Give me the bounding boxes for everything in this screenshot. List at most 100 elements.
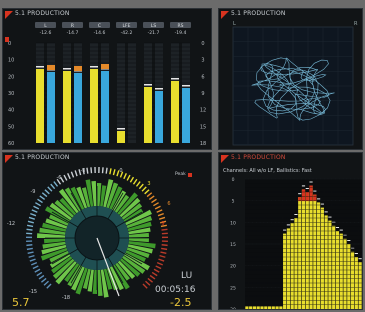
dial-scale-tick (101, 167, 104, 174)
left-scale-label: 50 (8, 124, 14, 130)
dial-scale-tick (109, 168, 112, 175)
dial-scale-tick (28, 254, 35, 258)
channel-peak-value: -21.7 (148, 30, 160, 36)
dial-scale-tick (155, 265, 162, 270)
right-scale-label: 15 (200, 124, 206, 130)
dial-scale-tick (153, 268, 160, 273)
spectrum-bar (339, 233, 343, 309)
dial-scale-tick (160, 251, 167, 255)
left-scale-label: 60 (8, 141, 14, 147)
spectrum-peak-marker (335, 227, 340, 228)
dial-scale-label: 0 (119, 168, 122, 174)
dial-scale-tick (126, 174, 131, 181)
dial-scale-tick (123, 173, 127, 180)
dial-scale-tick (27, 224, 34, 228)
spectrum-bar (286, 228, 290, 309)
dial-scale-tick (39, 195, 46, 201)
spectrum-bar (267, 306, 272, 309)
spectrum-scale-label: 20 (230, 264, 236, 270)
scope-panel: 5.1 PRODUCTION L R (218, 8, 363, 150)
dial-scale-tick (26, 228, 33, 231)
dial-scale-tick (26, 247, 33, 251)
dial-scale-tick (43, 280, 49, 286)
channel-name: LS (151, 23, 157, 29)
dial-scale-label: 3 (147, 181, 150, 187)
spectrum-bar (279, 306, 283, 309)
channel-name: RS (178, 23, 184, 29)
spectrum-peak-marker (305, 188, 309, 189)
meter-bar-a (63, 71, 71, 143)
peak-hold-marker (63, 68, 71, 70)
peak-hold-marker (155, 88, 163, 90)
peak-hold-marker (182, 85, 190, 87)
spectrum-panel: 5.1 PRODUCTION Channels: All w/o LF, Bal… (218, 152, 363, 310)
dial-scale-tick (35, 202, 41, 207)
dial-scale-tick (142, 283, 148, 289)
dial-scale-tick (53, 181, 59, 187)
dial-scale-tick (161, 244, 168, 247)
spectrum-bar (347, 244, 351, 309)
right-scale-label: 9 (201, 91, 204, 97)
elapsed-time: 00:05:16 (155, 285, 196, 295)
dial-scale-tick (132, 178, 138, 185)
spectrum-peak-marker (298, 193, 302, 195)
meter-bar-b (182, 88, 190, 143)
dial-scale-tick (86, 167, 89, 174)
spectrum-bar (317, 202, 321, 309)
dial-scale-tick (27, 220, 34, 224)
dial-scale-tick (31, 209, 38, 213)
spectrum-scale-label: 10 (230, 220, 236, 226)
dial-scale-tick (40, 277, 47, 283)
dial-scale-tick (158, 258, 165, 262)
spectrum-bar (301, 189, 306, 309)
spectrum-peak-marker (313, 190, 317, 192)
channel-peak-value: -14.7 (67, 30, 79, 36)
dial-scale-tick (36, 271, 43, 277)
spectrum-bar (309, 185, 313, 309)
dial-scale-tick (138, 183, 144, 190)
spectrum-bar (324, 215, 328, 309)
dial-scale-label: -15 (29, 289, 37, 295)
peak-hold-marker (171, 78, 179, 80)
levels-panel: 5.1 PRODUCTION 0 10 20 30 40 50 60 0 3 6 9 12 15 18 L -… (2, 8, 212, 150)
short-term-loudness-value: -2.5 (170, 296, 192, 309)
spectrum-bar (256, 306, 260, 309)
peak-hold-marker (36, 66, 44, 68)
right-scale-label: 3 (201, 58, 204, 64)
left-scale-label: 20 (8, 74, 14, 80)
meter-bar-b (47, 72, 55, 143)
loudness-unit: LU (181, 271, 193, 281)
over-indicator (47, 65, 55, 70)
spectrum-bar (271, 306, 275, 309)
meter-bar-b (74, 73, 82, 143)
right-scale-label: 12 (200, 108, 206, 114)
dial-scale-tick (74, 170, 78, 177)
dial-scale-tick (129, 176, 135, 183)
dial-scale-tick (90, 167, 93, 174)
spectrum-bar-overload (301, 189, 306, 202)
dial-scale-label: -18 (62, 295, 70, 301)
over-indicator (74, 66, 82, 71)
dial-scale-tick (105, 167, 108, 174)
spectrum-bar (332, 225, 336, 309)
spectrum-bar (252, 306, 257, 309)
spectrum-scale-label: 5 (232, 199, 235, 205)
spectrum-bar-overload (313, 194, 317, 202)
peak-hold-marker (144, 84, 152, 86)
channel-peak-value: -42.2 (121, 30, 133, 36)
left-scale-label: 30 (8, 91, 14, 97)
levels-meter-chart: 01020304050600369121518L-12.6R-14.7C-14.… (5, 22, 206, 147)
dial-scale-tick (27, 251, 34, 255)
dial-scale-tick (147, 277, 154, 283)
dial-scale-label: 9 (161, 221, 164, 227)
meter-bar-a (117, 131, 125, 143)
integrated-loudness-value: 5.7 (12, 296, 30, 309)
loudness-panel: 5.1 PRODUCTION Peak -9 -6 -3 0 3 6 9 -12 -15 -18 … (2, 152, 212, 310)
spectrum-scale-label: 25 (230, 285, 236, 291)
spectrum-bar (305, 192, 309, 309)
dial-scale-tick (156, 261, 163, 266)
channel-name: C (98, 23, 101, 29)
dial-scale-label: -12 (7, 221, 15, 227)
meter-bar-b (155, 91, 163, 143)
spectrum-bar (298, 197, 302, 309)
